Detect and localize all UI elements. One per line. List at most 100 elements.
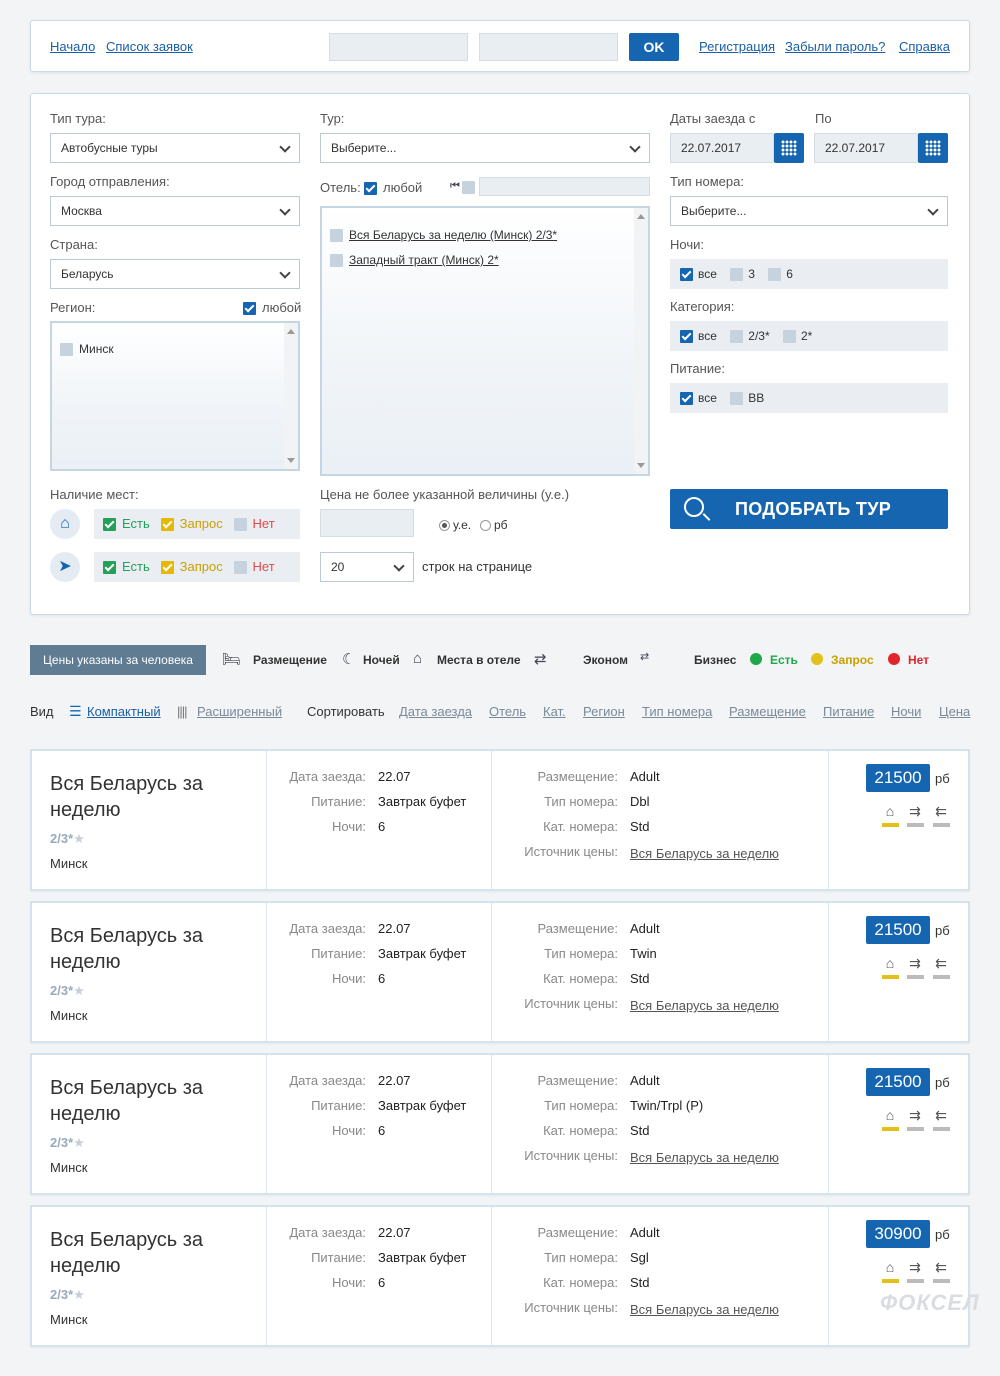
avail-yes-checkbox[interactable]: Есть	[103, 516, 150, 532]
tour-title[interactable]: Вся Беларусь за неделю	[50, 1227, 250, 1279]
rows-per-page-select[interactable]: 20	[320, 552, 414, 582]
tour-title[interactable]: Вся Беларусь за неделю	[50, 923, 250, 975]
nav-requests-link[interactable]: Список заявок	[106, 39, 193, 54]
currency-rb-radio[interactable]: рб	[480, 518, 508, 532]
avail-no-checkbox[interactable]: Нет	[233, 516, 275, 532]
forgot-password-link[interactable]: Забыли пароль?	[785, 39, 885, 54]
sort-meal[interactable]: Питание	[823, 704, 874, 719]
tour-title[interactable]: Вся Беларусь за неделю	[50, 771, 250, 823]
price-source-link[interactable]: Вся Беларусь за неделю	[630, 1150, 779, 1165]
tour-title[interactable]: Вся Беларусь за неделю	[50, 1075, 250, 1127]
scroll-down-icon	[637, 463, 645, 468]
sort-region[interactable]: Регион	[583, 704, 625, 719]
column-divider	[266, 751, 267, 889]
price-button[interactable]: 30900	[866, 1220, 930, 1248]
view-compact-link[interactable]: Компактный	[87, 704, 161, 719]
country-select[interactable]: Беларусь	[50, 259, 300, 289]
hotel-filter-checkbox[interactable]	[462, 181, 475, 194]
scrollbar[interactable]	[284, 323, 298, 469]
price-source-link[interactable]: Вся Беларусь за неделю	[630, 846, 779, 861]
moon-icon: ☾	[342, 651, 356, 668]
hotel-item[interactable]: Западный тракт (Минск) 2*	[330, 253, 499, 268]
tour-type-select[interactable]: Автобусные туры	[50, 133, 300, 163]
login-ok-button[interactable]: OK	[629, 33, 679, 61]
price-button[interactable]: 21500	[866, 916, 930, 944]
view-extended-link[interactable]: Расширенный	[197, 704, 282, 719]
tour-label: Тур:	[320, 111, 345, 126]
sort-checkin[interactable]: Дата заезда	[399, 704, 472, 719]
sort-price[interactable]: Цена	[939, 704, 970, 719]
placement-label: Размещение:	[537, 1225, 618, 1240]
hotel-item-label[interactable]: Вся Беларусь за неделю (Минск) 2/3*	[349, 228, 557, 242]
region-any-checkbox[interactable]: любой	[243, 300, 302, 316]
hotel-any-checkbox[interactable]: любой	[364, 180, 423, 196]
region-any-label: любой	[262, 300, 302, 315]
home-icon: ⌂	[50, 509, 80, 539]
legend-yes: Есть	[770, 653, 798, 667]
avail-request-checkbox[interactable]: Запрос	[160, 516, 223, 532]
avail-yes-label: Есть	[122, 559, 150, 574]
tour-select[interactable]: Выберите...	[320, 133, 650, 163]
avail-no-checkbox[interactable]: Нет	[233, 559, 275, 575]
price-limit-input[interactable]	[320, 509, 414, 537]
column-divider	[828, 751, 829, 889]
nights-all-checkbox[interactable]: все	[680, 267, 717, 282]
region-list[interactable]: Минск	[50, 321, 300, 471]
register-link[interactable]: Регистрация	[699, 39, 775, 54]
currency-rb-label: рб	[494, 518, 508, 532]
date-to-input[interactable]: 22.07.2017	[814, 133, 918, 163]
checkbox-icon	[730, 268, 744, 282]
chevron-down-icon	[279, 267, 291, 279]
sort-hotel[interactable]: Отель	[489, 704, 526, 719]
hotel-category: 2/3*★	[50, 983, 85, 999]
price-source-link[interactable]: Вся Беларусь за неделю	[630, 998, 779, 1013]
help-link[interactable]: Справка	[899, 39, 950, 54]
meal-label: Питание:	[670, 361, 725, 376]
hotel-list[interactable]: Вся Беларусь за неделю (Минск) 2/3* Запа…	[320, 206, 650, 476]
checkin-value: 22.07	[378, 1225, 411, 1240]
checkbox-icon	[233, 561, 247, 575]
nav-start-link[interactable]: Начало	[50, 39, 95, 54]
hotel-item[interactable]: Вся Беларусь за неделю (Минск) 2/3*	[330, 228, 557, 243]
hotel-filter-input[interactable]	[479, 177, 650, 196]
calendar-from-button[interactable]	[774, 133, 804, 163]
nights-option[interactable]: 6	[768, 267, 793, 282]
hotel-status-icon: ⌂	[885, 1107, 895, 1123]
meal-all-checkbox[interactable]: все	[680, 391, 717, 406]
nights-option[interactable]: 3	[730, 267, 755, 282]
checkbox-checked-icon	[243, 302, 256, 316]
category-option[interactable]: 2/3*	[730, 329, 770, 344]
nights-option-label: 6	[786, 267, 793, 281]
currency-ue-radio[interactable]: у.е.	[439, 518, 471, 532]
sort-category[interactable]: Кат.	[543, 704, 566, 719]
category-option[interactable]: 2*	[782, 329, 812, 344]
sort-placement[interactable]: Размещение	[729, 704, 806, 719]
meal-option[interactable]: BB	[730, 391, 764, 406]
find-tour-button[interactable]: ПОДОБРАТЬ ТУР	[670, 489, 948, 529]
price-source-link[interactable]: Вся Беларусь за неделю	[630, 1302, 779, 1317]
first-page-icon[interactable]: ⏮	[450, 180, 460, 193]
hotel-item-label[interactable]: Западный тракт (Минск) 2*	[349, 253, 499, 267]
password-field[interactable]	[479, 33, 618, 61]
avail-yes-checkbox[interactable]: Есть	[103, 559, 150, 575]
calendar-to-button[interactable]	[918, 133, 948, 163]
sort-room-type[interactable]: Тип номера	[642, 704, 712, 719]
avail-request-checkbox[interactable]: Запрос	[160, 559, 223, 575]
date-from-input[interactable]: 22.07.2017	[670, 133, 774, 163]
room-type-select[interactable]: Выберите...	[670, 196, 948, 226]
checkbox-checked-icon	[103, 518, 116, 532]
column-divider	[828, 1207, 829, 1345]
hotel-any-label: любой	[383, 180, 423, 195]
region-item[interactable]: Минск	[60, 342, 114, 357]
checkbox-icon	[60, 343, 73, 357]
price-button[interactable]: 21500	[866, 1068, 930, 1096]
price-button[interactable]: 21500	[866, 764, 930, 792]
sort-nights[interactable]: Ночи	[891, 704, 921, 719]
category-all-checkbox[interactable]: все	[680, 329, 717, 344]
category-value: 2/3*	[50, 831, 74, 846]
login-field[interactable]	[329, 33, 468, 61]
scrollbar[interactable]	[634, 208, 648, 474]
checkin-value: 22.07	[378, 921, 411, 936]
departure-city-select[interactable]: Москва	[50, 196, 300, 226]
nights-label: Ночи:	[332, 971, 366, 986]
